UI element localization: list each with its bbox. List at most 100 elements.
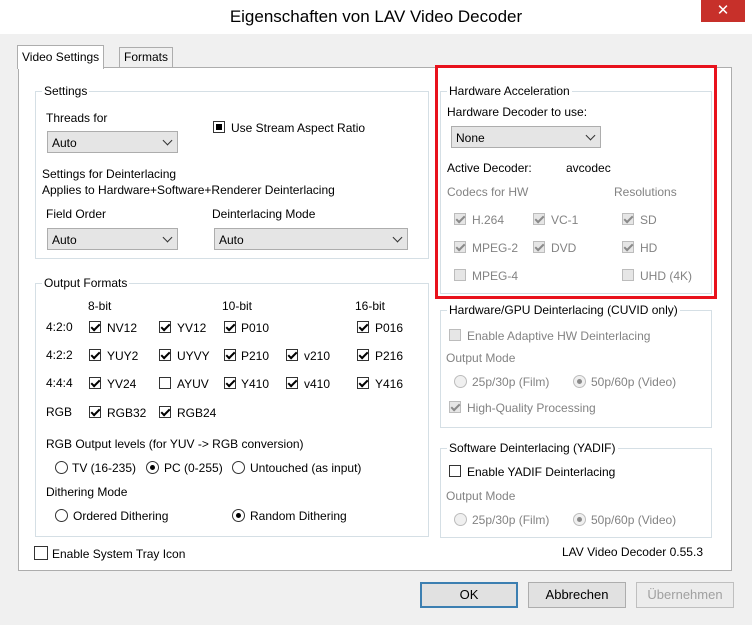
window-title: Eigenschaften von LAV Video Decoder	[229, 7, 523, 26]
tv-range-label: TV (16-235)	[72, 461, 137, 475]
sw-film-label: 25p/30p (Film)	[472, 513, 550, 527]
p010-label: P010	[241, 321, 270, 335]
col-16bit: 16-bit	[355, 299, 386, 313]
deint-settings-label: Settings for Deinterlacing	[42, 167, 177, 181]
gpu-film-label: 25p/30p (Film)	[472, 375, 550, 389]
row-444: 4:4:4	[46, 376, 73, 390]
y410-checkbox[interactable]	[224, 377, 236, 389]
chevron-down-icon	[392, 232, 403, 243]
close-button[interactable]: ✕	[701, 0, 745, 22]
chevron-down-icon	[162, 135, 173, 146]
threads-select[interactable]: Auto	[47, 131, 178, 153]
rgb32-label: RGB32	[107, 406, 147, 420]
row-rgb: RGB	[46, 405, 73, 419]
version-label: LAV Video Decoder 0.55.3	[562, 545, 703, 559]
properties-window: Eigenschaften von LAV Video Decoder ✕ Vi…	[0, 0, 752, 625]
tab-formats[interactable]: Formats	[119, 47, 174, 68]
uyvy-checkbox[interactable]	[159, 349, 171, 361]
sw-film-radio[interactable]	[454, 513, 467, 526]
p016-label: P016	[375, 321, 404, 335]
yv12-label: YV12	[177, 321, 207, 335]
sw-deint-title: Software Deinterlacing (YADIF)	[447, 441, 618, 455]
ayuv-checkbox[interactable]	[159, 377, 171, 389]
output-formats-title: Output Formats	[42, 276, 130, 290]
deint-mode-label: Deinterlacing Mode	[212, 207, 316, 221]
gpu-deint-title: Hardware/GPU Deinterlacing (CUVID only)	[447, 303, 680, 317]
yuy2-checkbox[interactable]	[89, 349, 101, 361]
highlight-box	[435, 65, 717, 299]
row-422: 4:2:2	[46, 348, 73, 362]
close-icon: ✕	[716, 2, 730, 19]
untouched-label: Untouched (as input)	[250, 461, 362, 475]
rgb-levels-label: RGB Output levels (for YUV -> RGB conver…	[46, 437, 304, 451]
deint-mode-select[interactable]: Auto	[214, 228, 408, 250]
threads-select-value: Auto	[52, 136, 77, 150]
v210-checkbox[interactable]	[286, 349, 298, 361]
y410-label: Y410	[241, 377, 270, 391]
sw-video-label: 50p/60p (Video)	[591, 513, 677, 527]
deint-mode-value: Auto	[219, 233, 244, 247]
v210-label: v210	[304, 349, 331, 363]
p210-label: P210	[241, 349, 270, 363]
untouched-radio[interactable]	[232, 461, 245, 474]
dithering-label: Dithering Mode	[46, 485, 128, 499]
p010-checkbox[interactable]	[224, 321, 236, 333]
random-dither-radio[interactable]	[232, 509, 245, 522]
gpu-video-label: 50p/60p (Video)	[591, 375, 677, 389]
yuy2-label: YUY2	[107, 349, 139, 363]
field-order-select[interactable]: Auto	[47, 228, 178, 250]
col-8bit: 8-bit	[88, 299, 112, 313]
col-10bit: 10-bit	[222, 299, 253, 313]
nv12-label: NV12	[107, 321, 138, 335]
chevron-down-icon	[162, 232, 173, 243]
rgb24-label: RGB24	[177, 406, 217, 420]
sw-output-mode-label: Output Mode	[446, 489, 516, 503]
gpu-output-mode-label: Output Mode	[446, 351, 516, 365]
title-bar[interactable]: Eigenschaften von LAV Video Decoder ✕	[0, 0, 752, 34]
p016-checkbox[interactable]	[357, 321, 369, 333]
gpu-film-radio[interactable]	[454, 375, 467, 388]
p216-label: P216	[375, 349, 404, 363]
ordered-dither-radio[interactable]	[55, 509, 68, 522]
gpu-video-radio[interactable]	[573, 375, 586, 388]
system-tray-label: Enable System Tray Icon	[52, 547, 186, 561]
row-420: 4:2:0	[46, 320, 73, 334]
rgb24-checkbox[interactable]	[159, 406, 171, 418]
ayuv-label: AYUV	[177, 377, 209, 391]
v410-checkbox[interactable]	[286, 377, 298, 389]
adaptive-hw-checkbox[interactable]	[449, 329, 461, 341]
hq-processing-label: High-Quality Processing	[467, 401, 596, 415]
ordered-dither-label: Ordered Dithering	[73, 509, 169, 523]
nv12-checkbox[interactable]	[89, 321, 101, 333]
rgb32-checkbox[interactable]	[89, 406, 101, 418]
field-order-value: Auto	[52, 233, 77, 247]
pc-range-radio[interactable]	[146, 461, 159, 474]
tv-range-radio[interactable]	[55, 461, 68, 474]
y416-label: Y416	[375, 377, 404, 391]
field-order-label: Field Order	[46, 207, 107, 221]
aspect-ratio-checkbox[interactable]	[213, 121, 225, 133]
sw-video-radio[interactable]	[573, 513, 586, 526]
yv12-checkbox[interactable]	[159, 321, 171, 333]
random-dither-label: Random Dithering	[250, 509, 347, 523]
threads-label: Threads for	[46, 111, 108, 125]
system-tray-checkbox[interactable]	[34, 546, 48, 560]
adaptive-hw-label: Enable Adaptive HW Deinterlacing	[467, 329, 651, 343]
uyvy-label: UYVY	[177, 349, 210, 363]
pc-range-label: PC (0-255)	[164, 461, 223, 475]
yv24-label: YV24	[107, 377, 137, 391]
y416-checkbox[interactable]	[357, 377, 369, 389]
yadif-label: Enable YADIF Deinterlacing	[467, 465, 616, 479]
ok-button[interactable]: OK	[420, 582, 518, 608]
p210-checkbox[interactable]	[224, 349, 236, 361]
yadif-checkbox[interactable]	[449, 465, 461, 477]
p216-checkbox[interactable]	[357, 349, 369, 361]
cancel-button[interactable]: Abbrechen	[528, 582, 626, 608]
hq-processing-checkbox[interactable]	[449, 401, 461, 413]
deint-applies-label: Applies to Hardware+Software+Renderer De…	[42, 183, 335, 197]
tab-video-settings[interactable]: Video Settings	[17, 45, 105, 69]
aspect-ratio-label: Use Stream Aspect Ratio	[231, 121, 366, 135]
v410-label: v410	[304, 377, 331, 391]
apply-button[interactable]: Übernehmen	[636, 582, 734, 608]
yv24-checkbox[interactable]	[89, 377, 101, 389]
